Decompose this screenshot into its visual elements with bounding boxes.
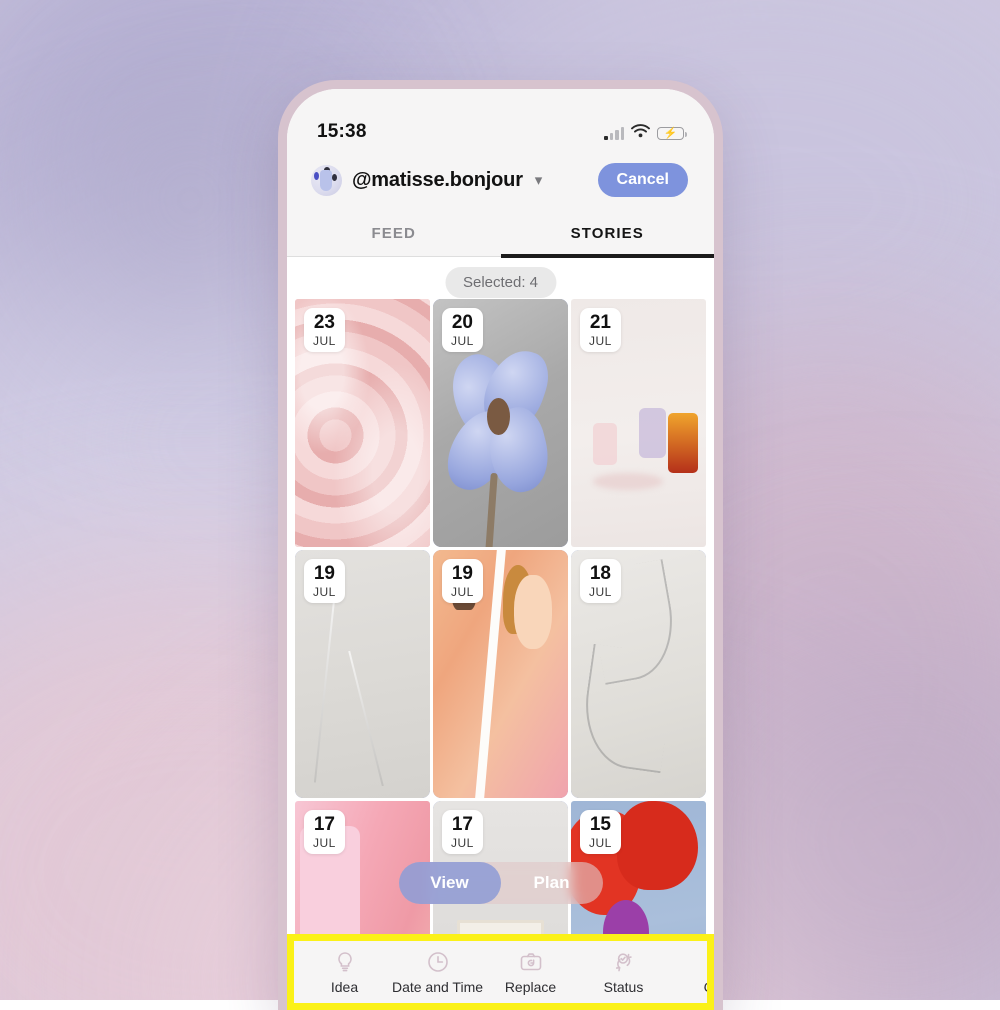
- toolbar-item-date-and-time[interactable]: Date and Time: [391, 950, 484, 995]
- charging-bolt-icon: ⚡: [664, 128, 678, 139]
- grid-tile[interactable]: 19 JUL: [433, 550, 568, 798]
- grid-tile[interactable]: 20 JUL: [433, 299, 568, 547]
- status-badge: Selected: 4: [445, 267, 556, 298]
- tile-date-badge: 19 JUL: [304, 559, 345, 603]
- account-handle[interactable]: @matisse.bonjour: [352, 169, 523, 192]
- tile-date-month: JUL: [589, 586, 612, 598]
- cellular-signal-icon: [604, 127, 624, 140]
- toolbar-item-label: Cop: [704, 979, 707, 995]
- toolbar-item-label: Date and Time: [392, 979, 483, 995]
- tile-date-month: JUL: [313, 586, 336, 598]
- toolbar-item-replace[interactable]: Replace: [484, 950, 577, 995]
- tile-date-badge: 15 JUL: [580, 810, 621, 854]
- phone-mockup-frame: 15:38 ⚡ @matis: [278, 80, 723, 1010]
- camera-icon: [518, 950, 544, 974]
- tile-date-day: 17: [313, 815, 336, 834]
- tile-date-day: 23: [313, 313, 336, 332]
- toolbar-item-label: Replace: [505, 979, 556, 995]
- tile-date-badge: 18 JUL: [580, 559, 621, 603]
- tile-date-month: JUL: [589, 335, 612, 347]
- grid-tile[interactable]: 21 JUL: [571, 299, 706, 547]
- lightbulb-icon: [332, 950, 358, 974]
- toggle-option-plan[interactable]: Plan: [501, 862, 603, 904]
- tile-date-day: 20: [451, 313, 474, 332]
- clock-icon: [425, 950, 451, 974]
- phone-screen: 15:38 ⚡ @matis: [287, 89, 714, 1010]
- tile-date-badge: 20 JUL: [442, 308, 483, 352]
- wifi-icon: [631, 124, 650, 143]
- tile-date-day: 21: [589, 313, 612, 332]
- tile-date-badge: 21 JUL: [580, 308, 621, 352]
- tile-date-day: 18: [589, 564, 612, 583]
- tile-date-month: JUL: [313, 837, 336, 849]
- grid-tile[interactable]: 18 JUL: [571, 550, 706, 798]
- cancel-button[interactable]: Cancel: [598, 163, 688, 197]
- copy-icon: [704, 950, 708, 974]
- tile-date-month: JUL: [451, 837, 474, 849]
- toolbar-item-label: Status: [604, 979, 644, 995]
- tab-feed[interactable]: FEED: [287, 209, 501, 256]
- toolbar-highlight-box: Idea Date and Time: [287, 934, 714, 1010]
- battery-charging-icon: ⚡: [657, 127, 684, 140]
- tile-date-month: JUL: [451, 335, 474, 347]
- toolbar-item-copy[interactable]: Cop: [670, 950, 707, 995]
- tile-date-day: 19: [313, 564, 336, 583]
- tab-bar: FEED STORIES: [287, 209, 714, 257]
- toolbar-item-status[interactable]: Status: [577, 950, 670, 995]
- chevron-down-icon[interactable]: ▾: [535, 171, 543, 189]
- account-header: @matisse.bonjour ▾ Cancel: [287, 151, 714, 209]
- status-bar: 15:38 ⚡: [287, 89, 714, 151]
- tile-date-badge: 17 JUL: [304, 810, 345, 854]
- tile-date-day: 17: [451, 815, 474, 834]
- toolbar-item-idea[interactable]: Idea: [298, 950, 391, 995]
- tile-date-month: JUL: [589, 837, 612, 849]
- tab-stories[interactable]: STORIES: [501, 209, 715, 256]
- tile-date-badge: 19 JUL: [442, 559, 483, 603]
- view-plan-toggle: View Plan: [399, 862, 603, 904]
- toggle-option-view[interactable]: View: [399, 862, 501, 904]
- tile-date-month: JUL: [451, 586, 474, 598]
- bottom-toolbar: Idea Date and Time: [294, 941, 707, 1003]
- tile-date-badge: 17 JUL: [442, 810, 483, 854]
- tile-date-badge: 23 JUL: [304, 308, 345, 352]
- grid-tile[interactable]: 19 JUL: [295, 550, 430, 798]
- status-bar-icons: ⚡: [604, 124, 684, 143]
- tile-date-month: JUL: [313, 335, 336, 347]
- tile-date-day: 19: [451, 564, 474, 583]
- avatar[interactable]: [311, 165, 342, 196]
- tile-date-day: 15: [589, 815, 612, 834]
- status-bar-clock: 15:38: [317, 121, 367, 143]
- grid-tile[interactable]: 23 JUL: [295, 299, 430, 547]
- toolbar-item-label: Idea: [331, 979, 358, 995]
- status-check-icon: [611, 950, 637, 974]
